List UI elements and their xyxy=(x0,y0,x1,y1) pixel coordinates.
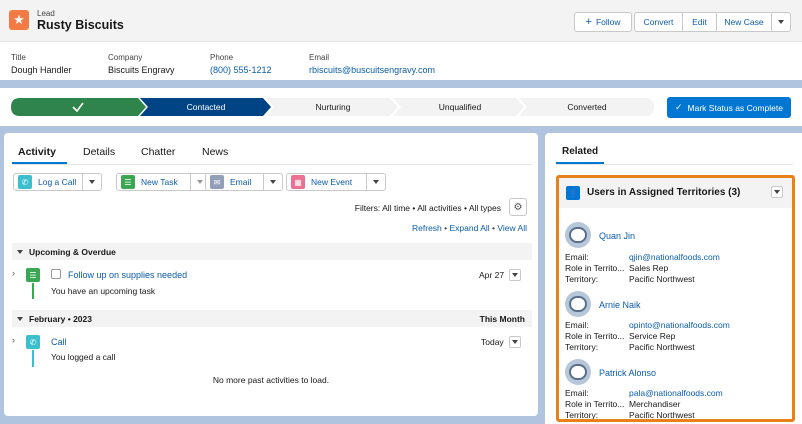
month-section-header[interactable]: February • 2023 This Month xyxy=(12,310,532,327)
email-link[interactable]: rbiscuits@buscuitsengravy.com xyxy=(309,65,435,75)
timeline-connector xyxy=(32,283,34,299)
gear-icon: ⚙ xyxy=(513,201,523,213)
avatar xyxy=(565,222,591,248)
user-email-link[interactable]: pala@nationalfoods.com xyxy=(629,388,723,398)
chevron-down-icon xyxy=(17,316,23,321)
log-a-call-button[interactable]: ✆ Log a Call xyxy=(13,173,103,191)
user-entry: Arnie Naik Email: opinto@nationalfoods.c… xyxy=(559,291,792,352)
user-name-link[interactable]: Patrick Alonso xyxy=(599,368,656,378)
user-email-link[interactable]: qjin@nationalfoods.com xyxy=(629,252,720,262)
email-button[interactable]: ✉ Email xyxy=(205,173,284,191)
lead-icon: ★ xyxy=(9,10,29,30)
user-entry: Patrick Alonso Email: pala@nationalfoods… xyxy=(559,359,792,419)
path-step-converted-label: Converted xyxy=(567,102,606,112)
card-title[interactable]: Users in Assigned Territories (3) xyxy=(587,187,740,198)
user-name-link[interactable]: Quan Jin xyxy=(599,231,635,241)
field-company: Company Biscuits Engravy xyxy=(108,53,175,75)
chevron-down-icon xyxy=(373,180,380,184)
field-title: Title Dough Handler xyxy=(11,53,72,75)
call-title-link[interactable]: Call xyxy=(51,337,67,347)
path-step-unqualified-label: Unqualified xyxy=(439,102,482,112)
tab-news[interactable]: News xyxy=(202,146,228,158)
no-more-activities: No more past activities to load. xyxy=(212,375,330,385)
user-name-link[interactable]: Arnie Naik xyxy=(599,300,641,310)
timeline-item-task: › ☰ Follow up on supplies needed Apr 27 … xyxy=(12,265,532,299)
task-complete-checkbox[interactable] xyxy=(51,269,61,279)
upcoming-overdue-section-header[interactable]: Upcoming & Overdue xyxy=(12,243,532,260)
convert-button[interactable]: Convert xyxy=(634,12,683,32)
chevron-down-icon xyxy=(89,180,96,184)
territory-users-card: 👤 Users in Assigned Territories (3) Quan… xyxy=(556,175,795,422)
chevron-down-icon xyxy=(512,340,518,344)
call-date: Today xyxy=(481,337,504,347)
tab-activity[interactable]: Activity xyxy=(18,146,56,158)
chevron-down-icon xyxy=(774,190,780,194)
path-step-contacted-label: Contacted xyxy=(187,102,226,112)
more-actions-button[interactable] xyxy=(771,12,791,32)
email-icon: ✉ xyxy=(210,175,224,189)
task-actions-menu[interactable] xyxy=(509,269,521,281)
user-email-link[interactable]: opinto@nationalfoods.com xyxy=(629,320,730,330)
task-date: Apr 27 xyxy=(479,270,505,280)
field-email: Email rbiscuits@buscuitsengravy.com xyxy=(309,53,436,75)
check-icon: ✓ xyxy=(675,102,683,112)
timeline-item-call: › ✆ Call Today You logged a call xyxy=(12,333,532,367)
calendar-icon: ▦ xyxy=(291,175,305,189)
phone-icon: ✆ xyxy=(26,335,40,349)
task-title-link[interactable]: Follow up on supplies needed xyxy=(68,270,187,280)
chevron-down-icon xyxy=(778,20,784,24)
tab-chatter[interactable]: Chatter xyxy=(141,146,175,158)
new-event-menu-caret[interactable] xyxy=(367,174,385,190)
task-icon: ☰ xyxy=(121,175,135,189)
object-type-label: Lead xyxy=(37,9,55,18)
avatar xyxy=(565,359,591,385)
expand-all-link[interactable]: Expand All xyxy=(450,223,490,233)
task-description: You have an upcoming task xyxy=(51,286,156,296)
refresh-link[interactable]: Refresh xyxy=(412,223,442,233)
email-menu-caret[interactable] xyxy=(264,174,282,190)
activity-panel: Activity Details Chatter News ✆ Log a Ca… xyxy=(4,133,538,416)
tab-related[interactable]: Related xyxy=(562,146,598,157)
chevron-down-icon xyxy=(17,249,23,254)
chevron-right-icon[interactable]: › xyxy=(12,335,15,345)
path-step-nurturing-label: Nurturing xyxy=(316,102,351,112)
activity-links: Refresh • Expand All • View All xyxy=(412,223,527,233)
call-description: You logged a call xyxy=(51,352,116,362)
phone-link[interactable]: (800) 555-1212 xyxy=(210,65,272,75)
related-tab-divider xyxy=(556,164,793,165)
filters-gear-button[interactable]: ⚙ xyxy=(509,198,527,216)
call-actions-menu[interactable] xyxy=(509,336,521,348)
record-name: Rusty Biscuits xyxy=(37,18,124,32)
new-case-button[interactable]: New Case xyxy=(716,12,772,32)
user-entry: Quan Jin Email: qjin@nationalfoods.com R… xyxy=(559,222,792,284)
path-step-complete[interactable] xyxy=(11,98,146,116)
this-month-label: This Month xyxy=(479,313,525,324)
sales-path: Contacted Nurturing Unqualified Converte… xyxy=(11,98,654,116)
avatar xyxy=(565,291,591,317)
new-task-button[interactable]: ☰ New Task xyxy=(116,173,210,191)
edit-button[interactable]: Edit xyxy=(682,12,717,32)
follow-button[interactable]: + Follow xyxy=(574,12,632,32)
chevron-right-icon[interactable]: › xyxy=(12,268,15,278)
phone-icon: ✆ xyxy=(18,175,32,189)
related-panel: Related 👤 Users in Assigned Territories … xyxy=(545,133,802,424)
tabs-divider xyxy=(12,164,532,165)
plus-icon: + xyxy=(585,16,592,28)
users-icon: 👤 xyxy=(566,186,580,200)
chevron-down-icon xyxy=(512,273,518,277)
record-header: ★ Lead Rusty Biscuits + Follow Convert E… xyxy=(0,0,802,80)
timeline-connector xyxy=(32,350,34,367)
tab-details[interactable]: Details xyxy=(83,146,115,158)
card-actions-menu[interactable] xyxy=(771,186,783,198)
chevron-down-icon xyxy=(270,180,277,184)
field-phone: Phone (800) 555-1212 xyxy=(210,53,272,75)
activity-filters-label: Filters: All time • All activities • All… xyxy=(354,203,501,213)
mark-status-complete-button[interactable]: ✓ Mark Status as Complete xyxy=(667,97,791,118)
log-a-call-menu-caret[interactable] xyxy=(83,174,101,190)
new-event-button[interactable]: ▦ New Event xyxy=(286,173,387,191)
chevron-down-icon xyxy=(196,180,203,184)
task-icon: ☰ xyxy=(26,268,40,282)
view-all-link[interactable]: View All xyxy=(497,223,527,233)
